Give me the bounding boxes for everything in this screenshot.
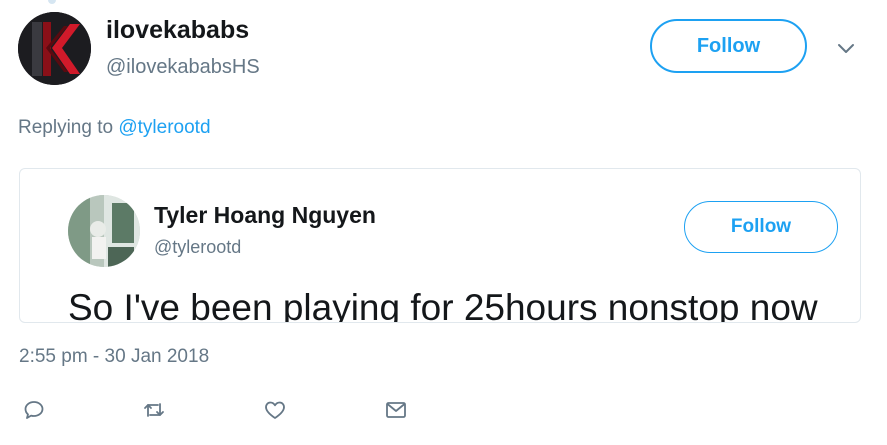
retweet-icon (144, 403, 164, 417)
direct-message-button[interactable] (381, 395, 411, 425)
like-button[interactable] (260, 395, 290, 425)
author-avatar[interactable] (18, 12, 91, 85)
quoted-author-avatar[interactable] (68, 195, 140, 267)
heart-icon (265, 401, 285, 419)
replying-to-line: Replying to @tylerootd (18, 117, 211, 139)
follow-button[interactable]: Follow (650, 19, 807, 73)
top-indicator-dot (48, 0, 56, 4)
replying-prefix: Replying to (18, 117, 119, 138)
author-name[interactable]: ilovekababs (106, 16, 249, 45)
retweet-button[interactable] (139, 395, 169, 425)
quoted-author-name[interactable]: Tyler Hoang Nguyen (154, 202, 376, 229)
replying-mention-link[interactable]: @tylerootd (118, 117, 210, 138)
reply-button[interactable] (19, 395, 49, 425)
quoted-author-handle[interactable]: @tylerootd (154, 237, 241, 258)
quoted-tweet-card[interactable]: Tyler Hoang Nguyen @tylerootd Follow So … (19, 168, 861, 323)
tweet-timestamp[interactable]: 2:55 pm - 30 Jan 2018 (19, 346, 209, 368)
quoted-avatar-photo-icon (68, 195, 140, 267)
author-logo-icon (18, 12, 91, 85)
envelope-icon (386, 402, 406, 418)
reply-icon (24, 401, 44, 419)
chevron-down-icon[interactable] (834, 36, 858, 60)
quoted-follow-button[interactable]: Follow (684, 201, 838, 253)
author-handle[interactable]: @ilovekababsHS (106, 56, 260, 79)
quoted-tweet-text: So I've been playing for 25hours nonstop… (68, 287, 818, 323)
